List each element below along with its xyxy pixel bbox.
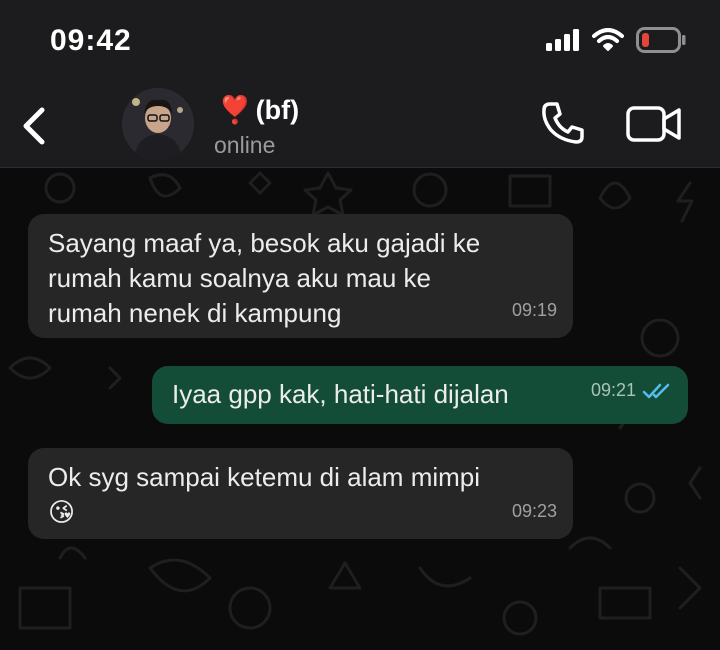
message-meta: 09:21 (591, 373, 672, 408)
back-button[interactable] (14, 104, 54, 148)
heart-emoji: ❣️ (218, 95, 252, 125)
avatar[interactable] (122, 88, 194, 160)
message-bubble-incoming[interactable]: Ok syg sampai ketemu di alam mimpi 😘 09:… (28, 448, 573, 539)
message-meta: 09:23 (512, 494, 557, 529)
message-bubble-incoming[interactable]: Sayang maaf ya, besok aku gajadi ke ruma… (28, 214, 573, 338)
video-camera-icon (626, 106, 681, 142)
wifi-icon (592, 28, 624, 51)
message-time: 09:23 (511, 501, 557, 521)
voice-call-button[interactable] (540, 100, 586, 146)
message-meta: 09:19 (512, 293, 557, 328)
message-time: 09:19 (511, 300, 557, 320)
signal-icon (546, 29, 579, 51)
chat-area[interactable]: Sayang maaf ya, besok aku gajadi ke ruma… (0, 168, 720, 650)
video-call-button[interactable] (626, 104, 682, 144)
contact-status: online (214, 132, 276, 158)
contact-name-text: (bf) (255, 94, 300, 125)
contact-name[interactable]: ❣️ (bf) (218, 94, 299, 126)
avatar-image (122, 88, 194, 160)
status-time: 09:42 (50, 24, 132, 57)
status-bar: 09:42 (0, 0, 720, 82)
message-text: Sayang maaf ya, besok aku gajadi ke ruma… (48, 228, 481, 328)
back-chevron-icon (23, 107, 45, 145)
message-time: 09:21 (590, 380, 636, 400)
battery-low-icon (636, 27, 686, 53)
message-bubble-outgoing[interactable]: Iyaa gpp kak, hati-hati dijalan 09:21 (152, 366, 688, 424)
kiss-emoji: 😘 (48, 497, 76, 527)
status-icons (546, 26, 686, 54)
chat-header: ❣️ (bf) online (0, 82, 720, 168)
phone-icon (542, 102, 584, 144)
double-check-icon (642, 383, 670, 398)
message-text: Ok syg sampai ketemu di alam mimpi (48, 462, 481, 492)
